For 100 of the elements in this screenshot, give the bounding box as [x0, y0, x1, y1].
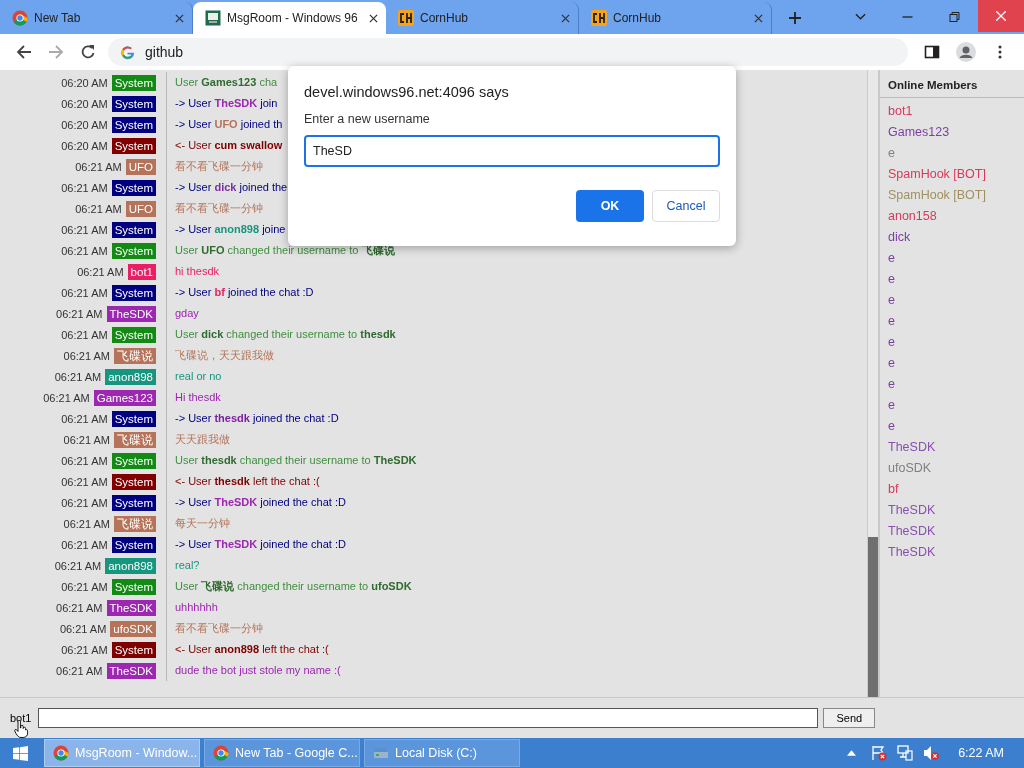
logo-icon — [591, 10, 607, 26]
message-text: dude the bot just stole my name :( — [166, 660, 341, 681]
member-name: e — [887, 292, 896, 309]
caret-up-icon[interactable] — [847, 750, 857, 756]
tab-title: CornHub — [420, 11, 470, 25]
user-tag: ufoSDK — [110, 620, 156, 637]
message-time: 06:21 AM — [75, 202, 122, 215]
member-name: TheSDK — [887, 502, 937, 519]
user-tag: System — [111, 536, 156, 553]
back-icon[interactable] — [16, 44, 32, 60]
user-tag: System — [111, 641, 156, 658]
message-time: 06:21 AM — [75, 160, 122, 173]
username-field[interactable]: TheSD — [304, 135, 720, 167]
google-g-icon — [120, 44, 135, 60]
current-username[interactable]: bot1 — [10, 712, 32, 724]
message-text: -> User UFO joined th — [166, 114, 283, 135]
user-tag: System — [111, 179, 156, 196]
message-time: 06:21 AM — [61, 223, 108, 236]
message-time: 06:21 AM — [77, 265, 124, 278]
user-tag: System — [111, 410, 156, 427]
user-tag: Games123 — [93, 389, 156, 406]
cancel-button[interactable]: Cancel — [652, 190, 720, 222]
ok-button[interactable]: OK — [576, 190, 644, 222]
message-text: 飞碟说，天天跟我做 — [166, 345, 274, 366]
user-tag: System — [111, 326, 156, 343]
user-tag: System — [111, 74, 156, 91]
member-name: e — [887, 334, 896, 351]
profile-icon[interactable] — [956, 42, 976, 62]
message-text: <- User anon898 left the chat :( — [166, 639, 329, 660]
taskbar-label: MsgRoom - Window... — [75, 746, 198, 760]
browser-tab[interactable]: MsgRoom - Windows 96 — [193, 2, 386, 34]
network-icon[interactable] — [897, 745, 914, 761]
message-text: 天天跟我做 — [166, 429, 230, 450]
user-tag: System — [111, 473, 156, 490]
user-tag: System — [111, 494, 156, 511]
drive-icon — [373, 745, 389, 761]
user-tag: System — [111, 95, 156, 112]
reload-icon[interactable] — [80, 44, 96, 60]
chevron-down-icon[interactable] — [855, 12, 866, 22]
message-text: User thesdk changed their username to TheSDK — [166, 450, 417, 471]
member-name: e — [887, 376, 896, 393]
member-name: ufoSDK — [887, 460, 933, 477]
chrome-icon — [12, 10, 28, 26]
member-name: e — [887, 145, 896, 162]
send-button[interactable]: Send — [823, 708, 876, 728]
flag-icon[interactable] — [871, 745, 888, 761]
close-icon[interactable] — [369, 13, 378, 23]
user-tag: System — [111, 137, 156, 154]
message-time: 06:21 AM — [56, 307, 103, 320]
chat-app-icon — [205, 10, 221, 26]
message-time: 06:21 AM — [61, 454, 108, 467]
new-tab-icon[interactable] — [788, 11, 802, 25]
side-panel-icon[interactable] — [924, 44, 940, 60]
message-text: <- User thesdk left the chat :( — [166, 471, 320, 492]
restore-icon[interactable] — [949, 12, 960, 22]
user-tag: anon898 — [105, 368, 156, 385]
member-name: e — [887, 250, 896, 267]
member-name: e — [887, 313, 896, 330]
member-name: e — [887, 397, 896, 414]
message-text: -> User dick joined the — [166, 177, 288, 198]
message-time: 06:21 AM — [61, 181, 108, 194]
members-heading: Online Members — [880, 70, 1024, 98]
message-text: real? — [166, 555, 200, 576]
user-tag: anon898 — [105, 557, 156, 574]
message-time: 06:20 AM — [61, 139, 108, 152]
member-name: anon158 — [887, 208, 938, 225]
member-name: bf — [887, 481, 900, 498]
clock[interactable]: 6:22 AM — [958, 746, 1004, 760]
message-time: 06:20 AM — [61, 118, 108, 131]
message-text: User 飞碟说 changed their username to ufoSDK — [166, 576, 412, 597]
scrollbar-thumb[interactable] — [868, 537, 878, 697]
user-tag: TheSDK — [106, 305, 156, 322]
message-time: 06:21 AM — [54, 370, 102, 383]
user-tag: System — [111, 242, 156, 259]
user-tag: bot1 — [127, 263, 156, 280]
member-name: e — [887, 271, 896, 288]
member-name: dick — [887, 229, 912, 246]
windows-logo-icon[interactable] — [13, 745, 28, 761]
user-tag: UFO — [125, 158, 156, 175]
close-icon[interactable] — [561, 13, 570, 23]
member-name: e — [887, 355, 896, 372]
message-text: real or no — [166, 366, 222, 387]
chrome-icon — [53, 745, 69, 761]
close-icon[interactable] — [754, 13, 763, 23]
message-time: 06:21 AM — [56, 601, 103, 614]
message-text: User dick changed their username to thesdk — [166, 324, 396, 345]
message-text: -> User bf joined the chat :D — [166, 282, 314, 303]
user-tag: System — [111, 116, 156, 133]
message-text: 看不看飞碟一分钟 — [166, 618, 263, 639]
message-input[interactable] — [38, 708, 819, 728]
user-tag: 飞碟说 — [114, 431, 156, 448]
message-time: 06:21 AM — [54, 559, 102, 572]
message-text: 看不看飞碟一分钟 — [166, 198, 263, 219]
address-bar[interactable]: github — [108, 38, 908, 66]
close-icon[interactable] — [175, 13, 184, 23]
message-text: -> User thesdk joined the chat :D — [166, 408, 339, 429]
scrollbar[interactable] — [867, 70, 878, 697]
user-tag: System — [111, 284, 156, 301]
address-text: github — [145, 44, 184, 60]
muted-speaker-icon[interactable] — [923, 745, 940, 761]
